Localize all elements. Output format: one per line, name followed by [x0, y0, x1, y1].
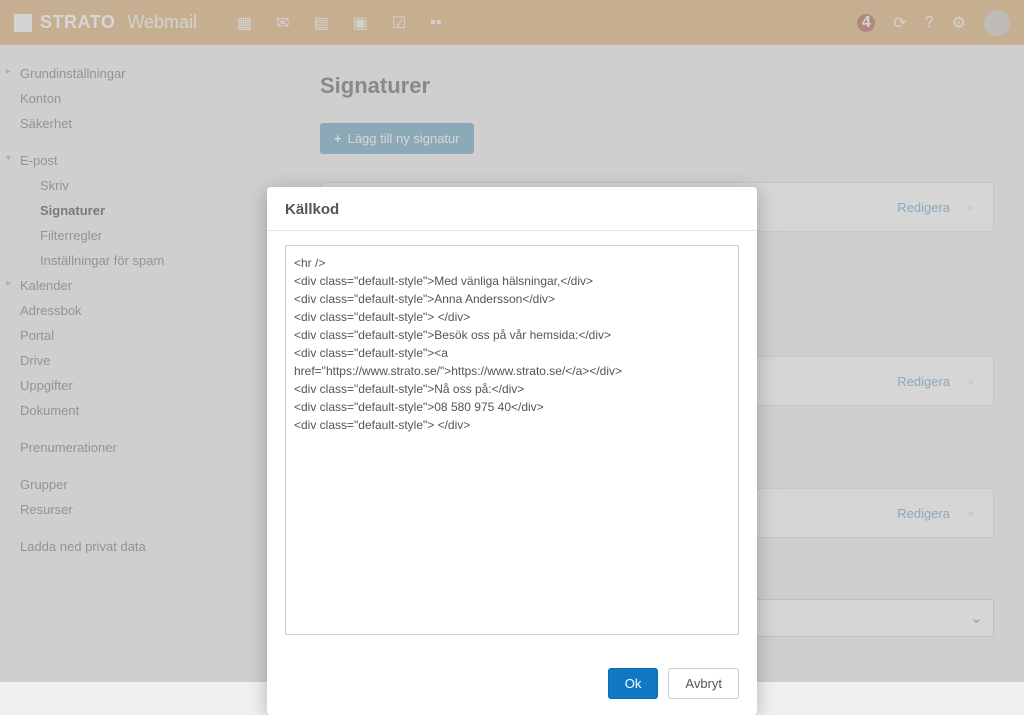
modal-overlay: Källkod Ok Avbryt — [0, 0, 1024, 682]
modal-body — [267, 230, 757, 656]
cancel-button[interactable]: Avbryt — [668, 668, 739, 699]
ok-button[interactable]: Ok — [608, 668, 659, 699]
source-code-textarea[interactable] — [285, 245, 739, 635]
modal-footer: Ok Avbryt — [267, 656, 757, 715]
modal-title: Källkod — [267, 187, 757, 230]
source-code-modal: Källkod Ok Avbryt — [267, 187, 757, 715]
